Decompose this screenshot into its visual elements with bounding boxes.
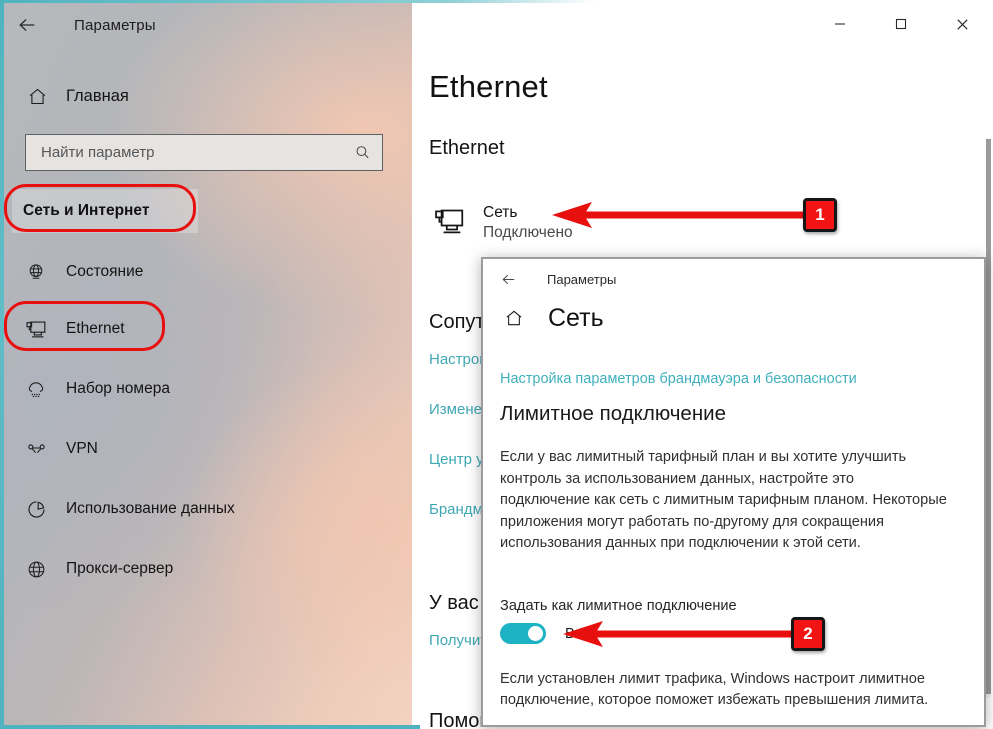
sidebar-item-vpn-label: VPN	[66, 440, 98, 457]
back-arrow-icon[interactable]	[4, 3, 50, 47]
annotation-badge-2: 2	[791, 617, 825, 651]
dialup-icon	[20, 374, 52, 404]
minimize-button[interactable]	[809, 3, 870, 45]
sidebar-item-status-label: Состояние	[66, 263, 144, 280]
sidebar-item-dialup-label: Набор номера	[66, 380, 170, 397]
ethernet-network-icon	[429, 201, 471, 241]
vpn-icon	[20, 434, 52, 464]
popup-app-title: Параметры	[547, 271, 617, 287]
popup-header: Сеть	[499, 303, 604, 333]
sidebar-item-data-usage-label: Использование данных	[66, 500, 235, 517]
sidebar-item-home-label: Главная	[66, 86, 129, 105]
data-usage-pie-icon	[20, 494, 52, 524]
search-placeholder: Найти параметр	[41, 144, 155, 161]
metered-connection-description: Если у вас лимитный тарифный план и вы х…	[500, 449, 947, 551]
sidebar: Параметры Главная Найти параметр Сеть и …	[4, 3, 412, 725]
metered-toggle-label: Задать как лимитное подключение	[500, 598, 737, 614]
metered-connection-heading: Лимитное подключение	[500, 402, 727, 425]
sidebar-item-network-internet[interactable]: Сеть и Интернет	[12, 189, 198, 233]
metered-toggle[interactable]	[500, 623, 546, 644]
sidebar-item-network-internet-label: Сеть и Интернет	[23, 202, 150, 219]
sidebar-item-vpn[interactable]: VPN	[4, 427, 412, 471]
window-controls	[809, 3, 993, 45]
maximize-button[interactable]	[870, 3, 931, 45]
window-border-left	[0, 0, 4, 729]
window-border-bottom	[0, 725, 420, 729]
annotation-badge-1: 1	[803, 198, 837, 232]
sidebar-titlebar: Параметры	[4, 3, 412, 47]
sidebar-item-dialup[interactable]: Набор номера	[4, 367, 412, 411]
section-title: Ethernet	[429, 137, 505, 159]
sidebar-item-ethernet[interactable]: Ethernet	[4, 307, 412, 351]
annotation-arrow-1	[552, 202, 806, 228]
toggle-knob	[528, 626, 543, 641]
home-icon	[20, 79, 54, 113]
sidebar-item-data-usage[interactable]: Использование данных	[4, 487, 412, 531]
settings-window: Параметры Главная Найти параметр Сеть и …	[0, 0, 993, 729]
sidebar-item-proxy[interactable]: Прокси-сервер	[4, 547, 412, 591]
popup-title: Сеть	[548, 303, 604, 332]
app-title: Параметры	[74, 16, 156, 34]
back-arrow-icon[interactable]	[487, 260, 529, 298]
popup-titlebar: Параметры	[483, 259, 984, 299]
annotation-arrow-2	[563, 621, 791, 647]
search-icon[interactable]	[352, 143, 372, 163]
proxy-globe-icon	[20, 554, 52, 584]
firewall-security-link[interactable]: Настройка параметров брандмауэра и безоп…	[500, 371, 857, 387]
ethernet-icon	[20, 314, 52, 344]
home-icon[interactable]	[499, 303, 529, 333]
sidebar-item-proxy-label: Прокси-сервер	[66, 560, 174, 577]
metered-footer-note: Если установлен лимит трафика, Windows н…	[500, 671, 929, 708]
sidebar-item-status[interactable]: Состояние	[4, 250, 412, 294]
globe-status-icon	[20, 257, 52, 287]
close-button[interactable]	[932, 3, 993, 45]
page-title: Ethernet	[429, 69, 548, 104]
search-input[interactable]: Найти параметр	[25, 134, 383, 171]
sidebar-item-ethernet-label: Ethernet	[66, 320, 125, 337]
window-border-top	[0, 0, 993, 3]
sidebar-item-home[interactable]: Главная	[4, 75, 412, 117]
network-settings-popup: Параметры Сеть Настройка параметров бран…	[481, 257, 986, 727]
scrollbar-thumb[interactable]	[986, 139, 991, 694]
